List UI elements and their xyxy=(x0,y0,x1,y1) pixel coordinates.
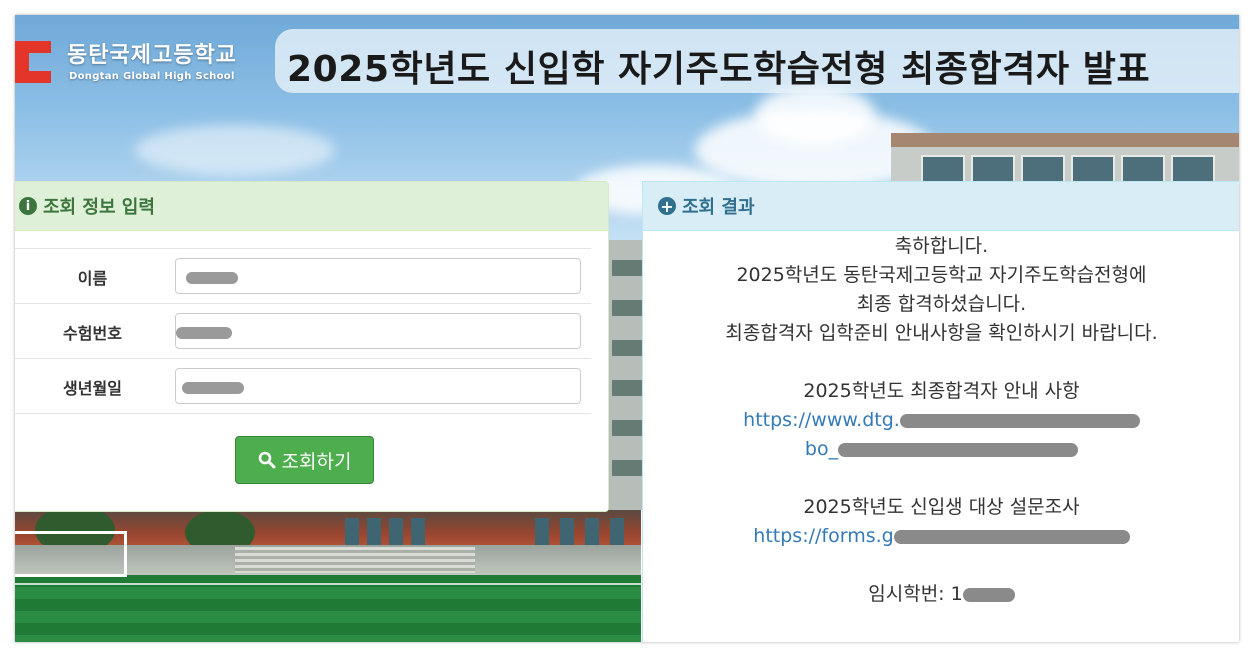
search-icon xyxy=(258,451,276,469)
background-stairs xyxy=(235,547,475,573)
info-icon: i xyxy=(19,197,37,215)
temporary-student-id: 임시학번: 1 xyxy=(643,580,1239,609)
page-frame: 동탄국제고등학교 Dongtan Global High School 2025… xyxy=(15,15,1239,642)
redacted-link xyxy=(893,529,1130,544)
exam-number-label: 수험번호 xyxy=(63,324,122,343)
redacted-value xyxy=(176,327,232,339)
school-logo-icon xyxy=(15,41,51,83)
birthdate-input[interactable] xyxy=(175,368,581,404)
birthdate-label: 생년월일 xyxy=(63,379,122,398)
result-title: 조회 결과 xyxy=(682,197,755,218)
exam-number-input[interactable] xyxy=(175,313,581,349)
result-content: 축하합니다. 2025학년도 동탄국제고등학교 자기주도학습전형에 최종 합격하… xyxy=(643,232,1239,609)
search-button-label: 조회하기 xyxy=(281,450,352,473)
search-button[interactable]: 조회하기 xyxy=(235,436,374,484)
query-form: 이름 수험번호 생년월일 xyxy=(15,248,591,414)
query-form-header: i 조회 정보 입력 xyxy=(15,182,608,231)
page-title: 2025학년도 신입학 자기주도학습전형 최종합격자 발표 xyxy=(287,49,1151,90)
notice-link[interactable]: https://www.dtg. xyxy=(743,409,1140,431)
name-label: 이름 xyxy=(77,269,108,288)
redacted-link xyxy=(899,413,1140,428)
background-soccer-goal xyxy=(15,531,127,577)
result-message-line: 2025학년도 동탄국제고등학교 자기주도학습전형에 xyxy=(736,264,1147,286)
notice-link-continued[interactable]: bo_ xyxy=(805,438,1079,460)
name-input[interactable] xyxy=(175,258,581,294)
background-soccer-field xyxy=(15,575,641,642)
plus-circle-icon: + xyxy=(658,197,676,216)
form-row-exam-number: 수험번호 xyxy=(15,303,591,358)
redacted-value xyxy=(962,587,1015,602)
result-panel: + 조회 결과 축하합니다. 2025학년도 동탄국제고등학교 자기주도학습전형… xyxy=(642,181,1239,642)
survey-link[interactable]: https://forms.g xyxy=(753,525,1130,547)
redacted-value xyxy=(186,272,238,284)
redacted-link xyxy=(838,442,1079,457)
redacted-value xyxy=(182,382,244,394)
notice-title: 2025학년도 최종합격자 안내 사항 xyxy=(803,380,1080,402)
school-name: 동탄국제고등학교 xyxy=(67,43,237,68)
query-form-title: 조회 정보 입력 xyxy=(43,197,155,218)
result-header: + 조회 결과 xyxy=(643,182,1239,231)
school-name-english: Dongtan Global High School xyxy=(69,71,235,82)
result-message-line: 최종합격자 입학준비 안내사항을 확인하시기 바랍니다. xyxy=(725,322,1158,344)
result-message-line: 최종 합격하셨습니다. xyxy=(856,293,1027,315)
survey-title: 2025학년도 신입생 대상 설문조사 xyxy=(803,496,1080,518)
form-row-birthdate: 생년월일 xyxy=(15,358,591,414)
form-row-name: 이름 xyxy=(15,248,591,303)
query-form-panel: i 조회 정보 입력 이름 수험번호 생년월일 조회하기 xyxy=(15,181,609,512)
congrats-line: 축하합니다. xyxy=(894,235,989,257)
